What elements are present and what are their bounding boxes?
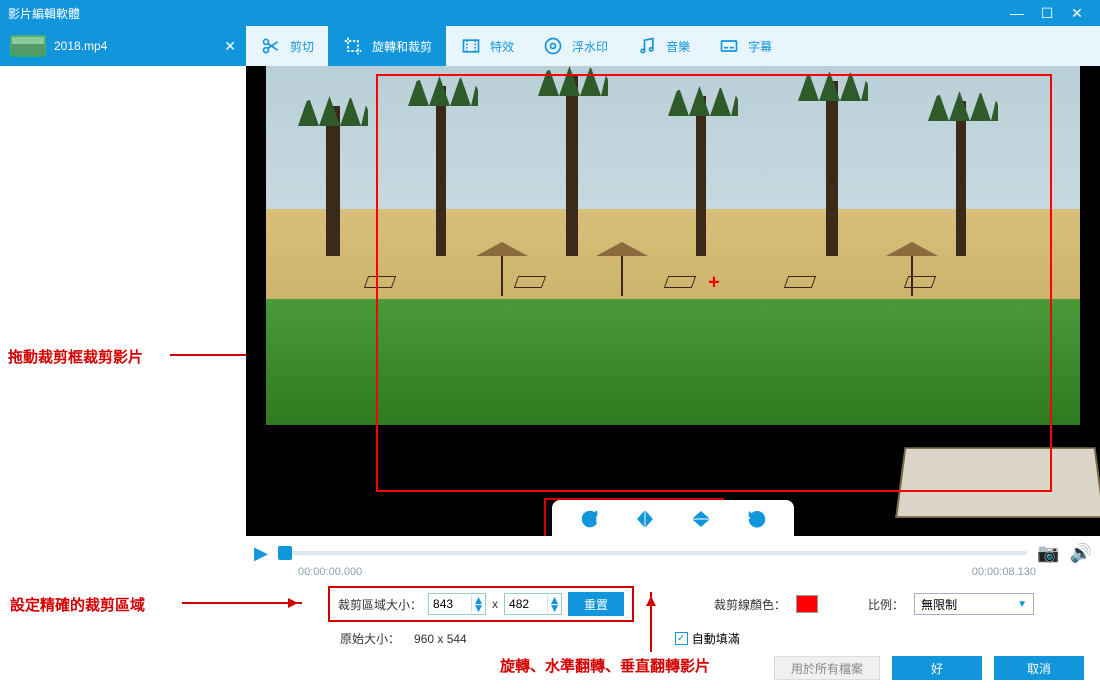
annotation-precise-crop: 設定精確的裁剪區域 (10, 594, 145, 615)
crop-size-label: 裁剪區域大小： (338, 596, 422, 613)
minimize-button[interactable]: — (1002, 5, 1032, 21)
volume-button[interactable]: 🔊 (1070, 543, 1092, 564)
ratio-label: 比例： (868, 596, 904, 613)
total-time: 00:00:08.130 (972, 566, 1036, 578)
ratio-select[interactable]: 無限制 ▼ (914, 593, 1034, 615)
file-tab[interactable]: 2018.mp4 ✕ (0, 26, 246, 66)
file-thumbnail (10, 35, 46, 57)
annotation-rotate-flip: 旋轉、水準翻轉、垂直翻轉影片 (500, 655, 710, 676)
playback-bar: ▶ 📷 🔊 (0, 536, 1100, 570)
crop-width-stepper[interactable]: ▲▼ (428, 593, 486, 615)
crop-size-group: 裁剪區域大小： ▲▼ x ▲▼ 重置 (328, 586, 634, 622)
tab-cut[interactable]: 剪切 (246, 26, 328, 66)
flip-horizontal-button[interactable] (632, 506, 658, 532)
rotate-cw-button[interactable] (576, 506, 602, 532)
main-area: 拖動裁剪框裁剪影片 + (0, 66, 1100, 536)
file-name: 2018.mp4 (54, 39, 224, 53)
cancel-button[interactable]: 取消 (994, 656, 1084, 680)
arrow-icon (650, 592, 652, 652)
effects-icon (460, 35, 482, 57)
tab-watermark[interactable]: 浮水印 (528, 26, 622, 66)
video-preview[interactable]: + (266, 66, 1080, 516)
bottom-panel: 設定精確的裁剪區域 裁剪區域大小： ▲▼ x ▲▼ 重置 裁剪線顏色： 比例： … (0, 578, 1100, 688)
current-time: 00:00:00.000 (298, 566, 362, 578)
crop-color-swatch[interactable] (796, 595, 818, 613)
width-down[interactable]: ▼ (472, 604, 485, 612)
maximize-button[interactable]: ☐ (1032, 5, 1062, 22)
crop-width-input[interactable] (429, 597, 471, 611)
top-row: 2018.mp4 ✕ 剪切 旋轉和裁剪 特效 浮水印 音樂 字幕 (0, 26, 1100, 66)
tab-rotate-crop[interactable]: 旋轉和裁剪 (328, 26, 446, 66)
autofill-label: 自動填滿 (692, 630, 740, 647)
original-size-label: 原始大小： (340, 630, 400, 647)
sidebar: 拖動裁剪框裁剪影片 (0, 66, 246, 536)
close-button[interactable]: ✕ (1062, 5, 1092, 22)
apply-all-button[interactable]: 用於所有檔案 (774, 656, 880, 680)
window-title: 影片編輯軟體 (8, 5, 1002, 22)
tab-subtitle[interactable]: 字幕 (704, 26, 786, 66)
autofill-checkbox[interactable]: ✓ 自動填滿 (675, 630, 740, 647)
titlebar: 影片編輯軟體 — ☐ ✕ (0, 0, 1100, 26)
snapshot-button[interactable]: 📷 (1037, 543, 1059, 564)
seek-track[interactable] (278, 551, 1027, 555)
reset-crop-button[interactable]: 重置 (568, 592, 624, 616)
subtitle-icon (718, 35, 740, 57)
checkbox-icon: ✓ (675, 632, 688, 645)
annotation-drag-crop: 拖動裁剪框裁剪影片 (8, 346, 143, 367)
crop-height-input[interactable] (505, 597, 547, 611)
rotate-toolbar (552, 500, 794, 536)
file-close-button[interactable]: ✕ (224, 38, 236, 55)
tab-music[interactable]: 音樂 (622, 26, 704, 66)
crop-height-stepper[interactable]: ▲▼ (504, 593, 562, 615)
arrow-icon (182, 602, 302, 604)
ok-button[interactable]: 好 (892, 656, 982, 680)
seek-knob[interactable] (278, 546, 292, 560)
tab-effects[interactable]: 特效 (446, 26, 528, 66)
play-button[interactable]: ▶ (254, 543, 268, 564)
crop-icon (342, 35, 364, 57)
scissors-icon (260, 35, 282, 57)
reset-rotation-button[interactable] (744, 506, 770, 532)
crop-color-label: 裁剪線顏色： (714, 596, 786, 613)
crop-rectangle[interactable]: + (376, 74, 1052, 492)
chevron-down-icon: ▼ (1017, 599, 1027, 610)
ratio-value: 無限制 (921, 596, 957, 613)
crosshair-icon: + (708, 272, 720, 295)
original-size-value: 960 x 544 (414, 632, 467, 646)
video-stage: + (246, 66, 1100, 536)
flip-vertical-button[interactable] (688, 506, 714, 532)
tool-tabs: 剪切 旋轉和裁剪 特效 浮水印 音樂 字幕 (246, 26, 1100, 66)
height-down[interactable]: ▼ (548, 604, 561, 612)
watermark-icon (542, 35, 564, 57)
music-icon (636, 35, 658, 57)
